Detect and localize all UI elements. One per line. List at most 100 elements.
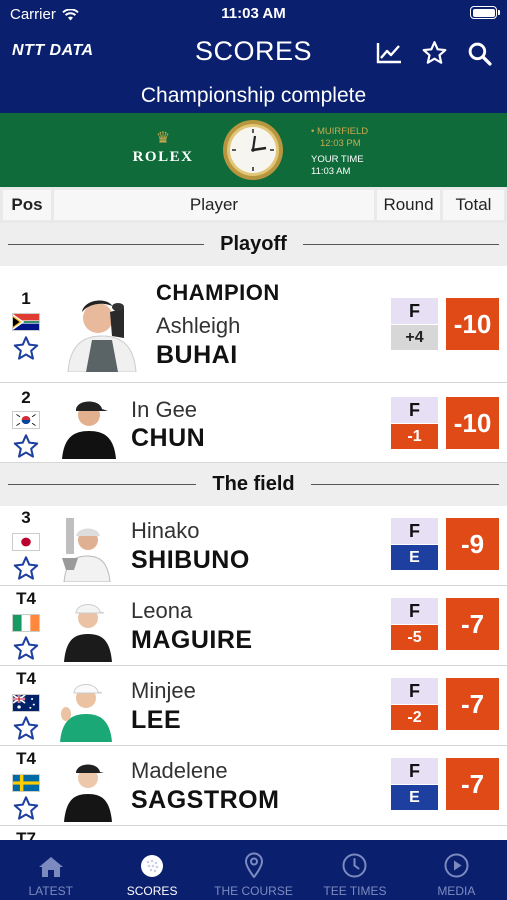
your-time-label: YOUR TIME (311, 154, 364, 165)
player-position: T4 (16, 589, 36, 608)
rolex-sponsor-banner[interactable]: ♛ ROLEX • MUIRFIELD 12:03 PM YOUR TIME 1… (0, 113, 507, 187)
tab-label: MEDIA (437, 884, 476, 898)
status-time: 11:03 AM (221, 5, 286, 22)
player-first-name: Ashleigh (156, 313, 241, 338)
player-position: 1 (21, 289, 31, 308)
australia-flag-icon (12, 694, 40, 712)
player-last-name: CHUN (131, 424, 206, 452)
rolex-time-info: • MUIRFIELD 12:03 PM YOUR TIME 11:03 AM (311, 126, 368, 178)
favorite-star-icon[interactable] (12, 555, 40, 582)
nav-bar: NTT DATA SCORES (0, 28, 507, 78)
player-last-name: SAGSTROM (131, 786, 280, 814)
total-score: -7 (446, 758, 499, 810)
player-photo (60, 391, 118, 459)
ireland-flag-icon (12, 614, 40, 632)
leaderboard-row[interactable]: T4 Madelene SAGSTROM F E -7 (0, 746, 507, 826)
status-bar: Carrier 11:03 AM (0, 0, 507, 28)
round-status: F (391, 397, 438, 423)
player-position: T4 (16, 669, 36, 688)
player-position: 3 (21, 508, 31, 527)
player-first-name: Minjee (131, 678, 196, 703)
leaderboard-row[interactable]: T4 Leona MAGUIRE F -5 -7 (0, 586, 507, 666)
player-photo (62, 280, 142, 372)
home-icon (38, 857, 63, 877)
favorite-star-icon[interactable] (12, 635, 40, 662)
tab-media[interactable]: MEDIA (406, 840, 507, 900)
section-label: The field (212, 473, 295, 495)
favorite-star-icon[interactable] (12, 335, 40, 362)
crown-icon: ♛ (155, 130, 171, 147)
round-status: F (391, 518, 438, 544)
section-header-playoff: Playoff (0, 223, 507, 266)
leaderboard-row[interactable]: T4 Minjee LEE F -2 -7 (0, 666, 507, 746)
favorites-star-icon[interactable] (420, 39, 448, 67)
column-header-pos[interactable]: Pos (3, 190, 51, 220)
top-bar: Carrier 11:03 AM NTT DATA SCORES Champio… (0, 0, 507, 113)
player-position: 2 (21, 388, 31, 407)
venue-time: 12:03 PM (320, 138, 361, 149)
leaderboard-row[interactable]: 2 In Gee CHUN F -1 -10 (0, 383, 507, 463)
player-photo (62, 594, 114, 662)
player-first-name: Madelene (131, 758, 228, 783)
south-korea-flag-icon (12, 411, 40, 429)
player-first-name: Leona (131, 598, 193, 623)
round-status: F (391, 298, 438, 324)
total-score: -7 (446, 678, 499, 730)
player-first-name: Hinako (131, 518, 200, 543)
your-time: 11:03 AM (311, 166, 351, 177)
map-pin-icon (244, 852, 263, 878)
battery-icon (470, 6, 500, 19)
total-score: -7 (446, 598, 499, 650)
japan-flag-icon (12, 533, 40, 551)
round-status: F (391, 598, 438, 624)
championship-status-banner: Championship complete (140, 84, 367, 107)
column-header-round[interactable]: Round (377, 190, 440, 220)
player-position: T4 (16, 749, 36, 768)
section-header-field: The field (0, 463, 507, 506)
leaderboard-row[interactable]: 1 CHAMPION Ashleigh BUHAI F +4 -10 (0, 266, 507, 383)
round-score: -2 (391, 705, 438, 730)
total-score: -10 (446, 397, 499, 449)
leaderboard-column-headers: Pos Player Round Total (0, 187, 507, 223)
round-score: E (391, 785, 438, 810)
column-header-total[interactable]: Total (443, 190, 504, 220)
south-africa-flag-icon (12, 313, 40, 331)
favorite-star-icon[interactable] (12, 715, 40, 742)
golf-ball-icon (141, 855, 164, 877)
clock-icon (342, 853, 367, 878)
total-score: -10 (446, 298, 499, 350)
player-last-name: MAGUIRE (131, 626, 253, 654)
column-header-player[interactable]: Player (54, 190, 374, 220)
venue-name: • MUIRFIELD (311, 126, 369, 137)
leaderboard-row[interactable]: 3 Hinako SHIBUNO F E -9 (0, 506, 507, 586)
favorite-star-icon[interactable] (12, 795, 40, 822)
tab-scores[interactable]: SCORES (101, 840, 202, 900)
search-icon[interactable] (465, 39, 493, 67)
sweden-flag-icon (12, 774, 40, 792)
favorite-star-icon[interactable] (12, 433, 40, 460)
player-photo (60, 514, 112, 582)
tab-label: THE COURSE (214, 884, 293, 898)
tab-the-course[interactable]: THE COURSE (203, 840, 304, 900)
rolex-clock-icon (223, 120, 283, 180)
rolex-wordmark: ROLEX (132, 149, 194, 165)
nav-actions (375, 39, 493, 67)
round-status: F (391, 758, 438, 784)
total-score: -9 (446, 518, 499, 570)
player-photo (62, 754, 114, 822)
tab-label: SCORES (126, 884, 178, 898)
player-photo (58, 674, 114, 742)
play-icon (444, 853, 469, 878)
bottom-tab-bar: LATEST SCORES THE COURSE TEE TIMES MEDIA (0, 840, 507, 900)
round-score: -5 (391, 625, 438, 650)
section-label: Playoff (220, 233, 287, 255)
round-score: -1 (391, 424, 438, 449)
stats-chart-icon[interactable] (375, 39, 403, 67)
champion-label: CHAMPION (156, 280, 280, 305)
rolex-logo: ♛ ROLEX (130, 131, 196, 166)
round-score: +4 (391, 325, 438, 350)
tab-latest[interactable]: LATEST (0, 840, 101, 900)
tab-tee-times[interactable]: TEE TIMES (304, 840, 405, 900)
player-last-name: BUHAI (156, 341, 238, 369)
round-score: E (391, 545, 438, 570)
